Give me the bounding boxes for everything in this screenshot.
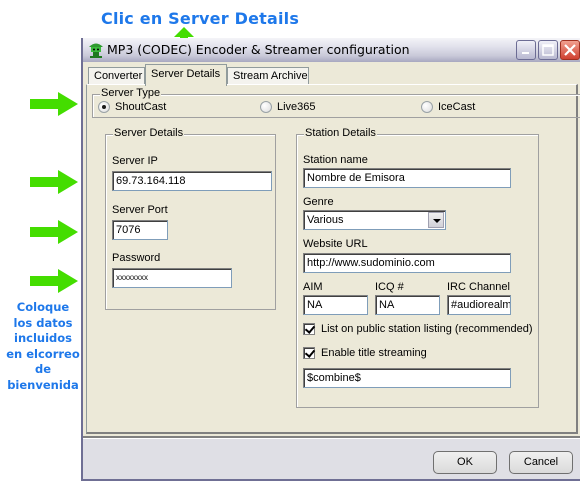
- checkbox-checked-icon: [303, 323, 315, 335]
- irc-channel-label: IRC Channel: [447, 281, 510, 293]
- station-details-group: Station Details Station name Nombre de E…: [296, 127, 539, 408]
- radio-shoutcast[interactable]: ShoutCast: [98, 101, 166, 113]
- aim-label: AIM: [303, 281, 323, 293]
- title-bar[interactable]: MP3 (CODEC) Encoder & Streamer configura…: [83, 38, 580, 62]
- server-details-legend: Server Details: [113, 127, 185, 139]
- maximize-button[interactable]: [538, 40, 558, 60]
- genre-select[interactable]: Various: [303, 210, 446, 230]
- aim-input[interactable]: NA: [303, 295, 368, 315]
- note-line: los datos: [13, 315, 73, 330]
- note-line: bienvenida: [7, 377, 79, 392]
- arrow-server-type-icon: [30, 92, 78, 116]
- checkbox-checked-icon: [303, 347, 315, 359]
- arrow-server-port-icon: [30, 220, 78, 244]
- minimize-icon: [522, 52, 529, 54]
- tab-stream-archive[interactable]: Stream Archive: [227, 67, 309, 85]
- server-type-group: Server Type ShoutCast Live365 IceCast: [92, 87, 580, 118]
- website-url-input[interactable]: http://www.sudominio.com: [303, 253, 511, 273]
- minimize-button[interactable]: [516, 40, 536, 60]
- server-ip-input[interactable]: 69.73.164.118: [112, 171, 272, 191]
- radio-live365[interactable]: Live365: [260, 101, 316, 113]
- server-ip-label: Server IP: [112, 155, 158, 167]
- window-title: MP3 (CODEC) Encoder & Streamer configura…: [107, 42, 410, 57]
- title-streaming-checkbox[interactable]: Enable title streaming: [303, 347, 427, 359]
- server-details-panel: Server Type ShoutCast Live365 IceCast Se…: [86, 84, 580, 434]
- close-button[interactable]: [560, 40, 580, 60]
- radio-icecast[interactable]: IceCast: [421, 101, 475, 113]
- radio-label: IceCast: [438, 101, 476, 113]
- genre-label: Genre: [303, 196, 334, 208]
- note-line: en elcorreo: [6, 346, 80, 361]
- note-line: Coloque: [16, 300, 70, 314]
- public-listing-checkbox[interactable]: List on public station listing (recommen…: [303, 323, 533, 335]
- radio-selected-icon: [98, 101, 110, 113]
- radio-unselected-icon: [260, 101, 272, 113]
- arrow-server-ip-icon: [30, 170, 78, 194]
- password-label: Password: [112, 252, 161, 264]
- arrow-password-icon: [30, 269, 78, 293]
- server-type-legend: Server Type: [100, 87, 162, 99]
- config-dialog: MP3 (CODEC) Encoder & Streamer configura…: [81, 38, 580, 481]
- maximize-icon: [542, 44, 554, 56]
- close-icon: [564, 44, 576, 56]
- server-port-input[interactable]: 7076: [112, 220, 168, 240]
- station-details-legend: Station Details: [304, 127, 377, 139]
- station-name-input[interactable]: Nombre de Emisora: [303, 168, 511, 188]
- app-icon: [89, 43, 103, 58]
- ok-button[interactable]: OK: [433, 451, 497, 474]
- server-details-group: Server Details Server IP 69.73.164.118 S…: [105, 127, 276, 310]
- server-port-label: Server Port: [112, 204, 168, 216]
- annotation-note: Coloque los datos incluidos en elcorreo …: [0, 300, 86, 393]
- chevron-down-icon[interactable]: [428, 212, 444, 228]
- irc-channel-input[interactable]: #audiorealm: [447, 295, 511, 315]
- title-streaming-label: Enable title streaming: [321, 347, 427, 359]
- cancel-button[interactable]: Cancel: [509, 451, 573, 474]
- icq-label: ICQ #: [375, 281, 404, 293]
- dialog-footer: OK Cancel: [83, 438, 580, 479]
- note-line: de: [34, 362, 52, 376]
- radio-label: Live365: [277, 101, 316, 113]
- radio-label: ShoutCast: [115, 101, 167, 113]
- password-input[interactable]: xxxxxxxx: [112, 268, 232, 288]
- icq-input[interactable]: NA: [375, 295, 440, 315]
- public-listing-label: List on public station listing (recommen…: [321, 323, 533, 335]
- note-line: incluidos: [14, 331, 72, 345]
- genre-value: Various: [307, 214, 344, 226]
- tab-server-details[interactable]: Server Details: [145, 64, 227, 86]
- annotation-title: Clic en Server Details: [101, 9, 300, 28]
- station-name-label: Station name: [303, 154, 368, 166]
- website-url-label: Website URL: [303, 238, 368, 250]
- tab-converter[interactable]: Converter: [88, 67, 145, 85]
- radio-unselected-icon: [421, 101, 433, 113]
- title-format-input[interactable]: $combine$: [303, 368, 511, 388]
